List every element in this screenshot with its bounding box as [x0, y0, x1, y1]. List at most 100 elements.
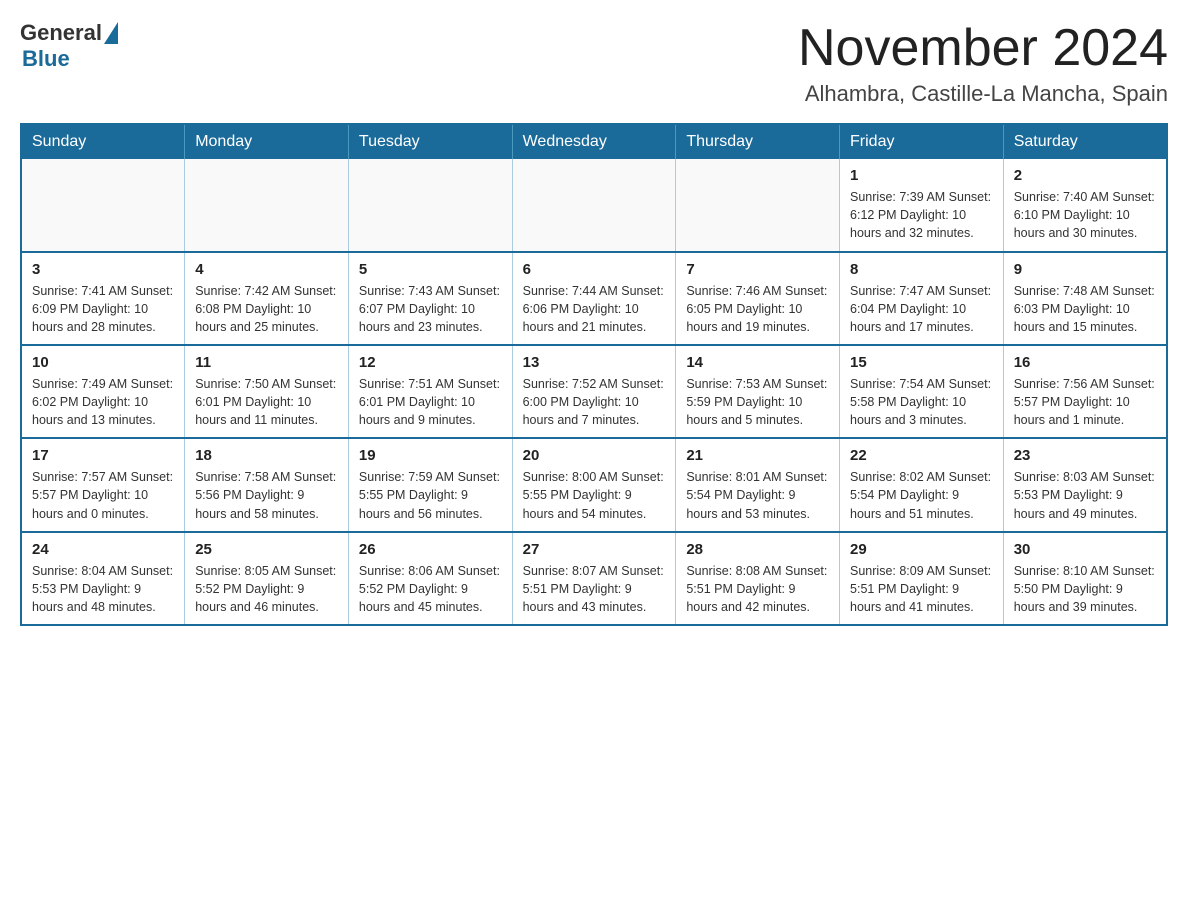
day-number: 10 — [32, 354, 174, 371]
day-cell: 18 Sunrise: 7:58 AM Sunset: 5:56 PM Dayli… — [185, 438, 349, 531]
day-info: Sunrise: 7:46 AM Sunset: 6:05 PM Dayligh… — [686, 282, 829, 336]
day-info: Sunrise: 7:49 AM Sunset: 6:02 PM Dayligh… — [32, 375, 174, 429]
day-info: Sunrise: 7:40 AM Sunset: 6:10 PM Dayligh… — [1014, 188, 1156, 242]
day-number: 4 — [195, 261, 338, 278]
day-number: 19 — [359, 447, 502, 464]
header-thursday: Thursday — [676, 124, 840, 159]
day-info: Sunrise: 8:03 AM Sunset: 5:53 PM Dayligh… — [1014, 468, 1156, 522]
day-number: 30 — [1014, 541, 1156, 558]
day-number: 3 — [32, 261, 174, 278]
day-cell: 20 Sunrise: 8:00 AM Sunset: 5:55 PM Dayli… — [512, 438, 676, 531]
day-cell: 24 Sunrise: 8:04 AM Sunset: 5:53 PM Dayli… — [21, 532, 185, 625]
day-info: Sunrise: 7:50 AM Sunset: 6:01 PM Dayligh… — [195, 375, 338, 429]
day-cell: 13 Sunrise: 7:52 AM Sunset: 6:00 PM Dayli… — [512, 345, 676, 438]
day-cell: 28 Sunrise: 8:08 AM Sunset: 5:51 PM Dayli… — [676, 532, 840, 625]
page-header: General Blue November 2024 Alhambra, Cas… — [20, 20, 1168, 107]
day-number: 26 — [359, 541, 502, 558]
day-cell: 16Sunrise: 7:56 AM Sunset: 5:57 PM Dayli… — [1003, 345, 1167, 438]
day-info: Sunrise: 8:09 AM Sunset: 5:51 PM Dayligh… — [850, 562, 993, 616]
month-title: November 2024 — [798, 20, 1168, 77]
day-info: Sunrise: 8:00 AM Sunset: 5:55 PM Dayligh… — [523, 468, 666, 522]
day-cell: 14Sunrise: 7:53 AM Sunset: 5:59 PM Dayli… — [676, 345, 840, 438]
day-number: 9 — [1014, 261, 1156, 278]
day-number: 8 — [850, 261, 993, 278]
day-number: 2 — [1014, 167, 1156, 184]
header-wednesday: Wednesday — [512, 124, 676, 159]
day-info: Sunrise: 7:51 AM Sunset: 6:01 PM Dayligh… — [359, 375, 502, 429]
week-row-3: 10 Sunrise: 7:49 AM Sunset: 6:02 PM Dayli… — [21, 345, 1167, 438]
day-info: Sunrise: 7:57 AM Sunset: 5:57 PM Dayligh… — [32, 468, 174, 522]
day-number: 5 — [359, 261, 502, 278]
week-row-2: 3 Sunrise: 7:41 AM Sunset: 6:09 PM Daylig… — [21, 252, 1167, 345]
day-number: 23 — [1014, 447, 1156, 464]
day-number: 13 — [523, 354, 666, 371]
day-cell: 11Sunrise: 7:50 AM Sunset: 6:01 PM Dayli… — [185, 345, 349, 438]
header-monday: Monday — [185, 124, 349, 159]
day-info: Sunrise: 7:47 AM Sunset: 6:04 PM Dayligh… — [850, 282, 993, 336]
day-number: 21 — [686, 447, 829, 464]
day-info: Sunrise: 8:02 AM Sunset: 5:54 PM Dayligh… — [850, 468, 993, 522]
day-cell — [512, 159, 676, 251]
day-cell: 25 Sunrise: 8:05 AM Sunset: 5:52 PM Dayli… — [185, 532, 349, 625]
day-number: 14 — [686, 354, 829, 371]
title-area: November 2024 Alhambra, Castille-La Manc… — [798, 20, 1168, 107]
day-cell — [21, 159, 185, 251]
day-info: Sunrise: 8:08 AM Sunset: 5:51 PM Dayligh… — [686, 562, 829, 616]
day-number: 6 — [523, 261, 666, 278]
week-row-1: 1Sunrise: 7:39 AM Sunset: 6:12 PM Daylig… — [21, 159, 1167, 251]
day-info: Sunrise: 7:58 AM Sunset: 5:56 PM Dayligh… — [195, 468, 338, 522]
logo-blue-text: Blue — [22, 46, 70, 72]
day-info: Sunrise: 7:43 AM Sunset: 6:07 PM Dayligh… — [359, 282, 502, 336]
day-cell — [348, 159, 512, 251]
day-info: Sunrise: 7:39 AM Sunset: 6:12 PM Dayligh… — [850, 188, 993, 242]
day-number: 15 — [850, 354, 993, 371]
day-number: 16 — [1014, 354, 1156, 371]
day-info: Sunrise: 7:41 AM Sunset: 6:09 PM Dayligh… — [32, 282, 174, 336]
day-cell: 2 Sunrise: 7:40 AM Sunset: 6:10 PM Daylig… — [1003, 159, 1167, 251]
logo-general-text: General — [20, 20, 102, 46]
day-cell: 23 Sunrise: 8:03 AM Sunset: 5:53 PM Dayli… — [1003, 438, 1167, 531]
day-info: Sunrise: 8:04 AM Sunset: 5:53 PM Dayligh… — [32, 562, 174, 616]
calendar-header-row: SundayMondayTuesdayWednesdayThursdayFrid… — [21, 124, 1167, 159]
day-number: 24 — [32, 541, 174, 558]
day-cell: 29Sunrise: 8:09 AM Sunset: 5:51 PM Dayli… — [840, 532, 1004, 625]
location-title: Alhambra, Castille-La Mancha, Spain — [798, 81, 1168, 107]
day-info: Sunrise: 8:05 AM Sunset: 5:52 PM Dayligh… — [195, 562, 338, 616]
day-info: Sunrise: 7:52 AM Sunset: 6:00 PM Dayligh… — [523, 375, 666, 429]
day-cell: 9Sunrise: 7:48 AM Sunset: 6:03 PM Daylig… — [1003, 252, 1167, 345]
header-friday: Friday — [840, 124, 1004, 159]
day-cell: 17 Sunrise: 7:57 AM Sunset: 5:57 PM Dayli… — [21, 438, 185, 531]
day-cell: 12Sunrise: 7:51 AM Sunset: 6:01 PM Dayli… — [348, 345, 512, 438]
day-cell: 8 Sunrise: 7:47 AM Sunset: 6:04 PM Daylig… — [840, 252, 1004, 345]
day-cell: 5 Sunrise: 7:43 AM Sunset: 6:07 PM Daylig… — [348, 252, 512, 345]
logo-triangle-icon — [104, 22, 118, 44]
day-info: Sunrise: 8:06 AM Sunset: 5:52 PM Dayligh… — [359, 562, 502, 616]
day-cell — [185, 159, 349, 251]
day-number: 20 — [523, 447, 666, 464]
day-cell: 21 Sunrise: 8:01 AM Sunset: 5:54 PM Dayli… — [676, 438, 840, 531]
day-number: 18 — [195, 447, 338, 464]
day-info: Sunrise: 7:44 AM Sunset: 6:06 PM Dayligh… — [523, 282, 666, 336]
day-cell: 6 Sunrise: 7:44 AM Sunset: 6:06 PM Daylig… — [512, 252, 676, 345]
day-cell: 15 Sunrise: 7:54 AM Sunset: 5:58 PM Dayli… — [840, 345, 1004, 438]
header-tuesday: Tuesday — [348, 124, 512, 159]
day-cell: 3 Sunrise: 7:41 AM Sunset: 6:09 PM Daylig… — [21, 252, 185, 345]
day-info: Sunrise: 8:07 AM Sunset: 5:51 PM Dayligh… — [523, 562, 666, 616]
day-cell: 1Sunrise: 7:39 AM Sunset: 6:12 PM Daylig… — [840, 159, 1004, 251]
day-number: 25 — [195, 541, 338, 558]
day-info: Sunrise: 8:01 AM Sunset: 5:54 PM Dayligh… — [686, 468, 829, 522]
day-cell — [676, 159, 840, 251]
day-info: Sunrise: 7:59 AM Sunset: 5:55 PM Dayligh… — [359, 468, 502, 522]
day-cell: 4 Sunrise: 7:42 AM Sunset: 6:08 PM Daylig… — [185, 252, 349, 345]
calendar-table: SundayMondayTuesdayWednesdayThursdayFrid… — [20, 123, 1168, 626]
day-number: 28 — [686, 541, 829, 558]
day-number: 7 — [686, 261, 829, 278]
day-cell: 10 Sunrise: 7:49 AM Sunset: 6:02 PM Dayli… — [21, 345, 185, 438]
day-info: Sunrise: 8:10 AM Sunset: 5:50 PM Dayligh… — [1014, 562, 1156, 616]
day-cell: 22Sunrise: 8:02 AM Sunset: 5:54 PM Dayli… — [840, 438, 1004, 531]
day-cell: 30 Sunrise: 8:10 AM Sunset: 5:50 PM Dayli… — [1003, 532, 1167, 625]
day-number: 17 — [32, 447, 174, 464]
day-info: Sunrise: 7:42 AM Sunset: 6:08 PM Dayligh… — [195, 282, 338, 336]
day-cell: 26 Sunrise: 8:06 AM Sunset: 5:52 PM Dayli… — [348, 532, 512, 625]
day-info: Sunrise: 7:54 AM Sunset: 5:58 PM Dayligh… — [850, 375, 993, 429]
